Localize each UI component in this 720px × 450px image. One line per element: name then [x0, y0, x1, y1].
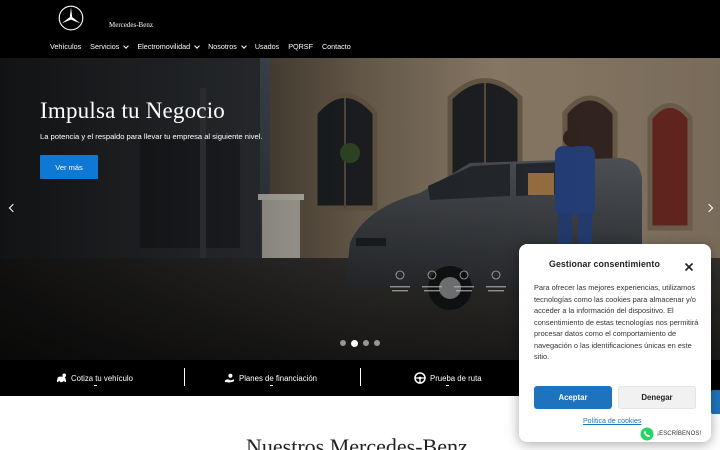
chevron-down-icon — [241, 42, 247, 49]
action-underline — [446, 385, 449, 386]
side-tab[interactable] — [711, 390, 720, 414]
prueba-ruta-action[interactable]: Prueba de ruta — [414, 360, 482, 396]
ver-mas-button[interactable]: Ver más — [40, 155, 98, 179]
chevron-down-icon — [123, 42, 130, 49]
cookie-policy-link[interactable]: Política de cookies — [583, 418, 641, 425]
page: Mercedes-Benz Vehículos Servicios Electr… — [0, 0, 720, 450]
nav-item-contacto[interactable]: Contacto — [322, 42, 351, 51]
carousel-dots — [340, 339, 380, 347]
nav-item-pqrsf[interactable]: PQRSF — [288, 42, 313, 51]
carousel-dot-2[interactable] — [351, 339, 358, 347]
nav-item-servicios[interactable]: Servicios — [90, 42, 130, 51]
nav-item-vehiculos[interactable]: Vehículos — [50, 42, 81, 51]
nav-item-nosotros[interactable]: Nosotros — [208, 42, 247, 51]
whatsapp-chat-button[interactable]: ¡ESCRÍBENOS! — [640, 427, 701, 441]
cotiza-vehiculo-action[interactable]: Cotiza tu vehículo — [56, 360, 133, 396]
chevron-down-icon — [194, 42, 200, 49]
cookie-consent-dialog: Gestionar consentimiento Para ofrecer la… — [519, 244, 711, 442]
consent-title: Gestionar consentimiento — [549, 259, 660, 269]
hero-subtitle: La potencia y el respaldo para llevar tu… — [40, 132, 263, 141]
nav-item-electromovilidad[interactable]: Electromovilidad — [137, 42, 200, 51]
main-nav: Vehículos Servicios Electromovilidad Nos… — [50, 42, 360, 51]
action-underline — [94, 385, 97, 386]
steering-wheel-icon — [414, 372, 426, 384]
carousel-dot-1[interactable] — [340, 340, 346, 346]
carousel-dot-3[interactable] — [363, 340, 369, 346]
mercedes-star-logo-icon[interactable] — [58, 5, 84, 31]
action-divider — [360, 368, 361, 386]
hero-title: Impulsa tu Negocio — [40, 98, 226, 123]
whatsapp-label: ¡ESCRÍBENOS! — [657, 431, 702, 437]
carousel-dot-4[interactable] — [374, 340, 380, 346]
car-quote-icon — [56, 372, 67, 383]
action-divider — [184, 368, 185, 386]
hand-coin-icon — [224, 373, 235, 382]
site-header: Mercedes-Benz Vehículos Servicios Electr… — [0, 0, 720, 58]
close-icon[interactable] — [682, 260, 696, 274]
accept-button[interactable]: Aceptar — [534, 386, 612, 409]
planes-financiacion-action[interactable]: Planes de financiación — [224, 360, 317, 396]
whatsapp-icon — [640, 427, 654, 441]
action-underline — [270, 385, 273, 386]
brand-wordmark[interactable]: Mercedes-Benz — [109, 21, 153, 29]
consent-text: Para ofrecer las mejores experiencias, u… — [534, 283, 699, 361]
nav-item-usados[interactable]: Usados — [255, 42, 279, 51]
deny-button[interactable]: Denegar — [618, 386, 696, 409]
section-title: Nuestros Mercedes-Benz — [246, 434, 468, 450]
